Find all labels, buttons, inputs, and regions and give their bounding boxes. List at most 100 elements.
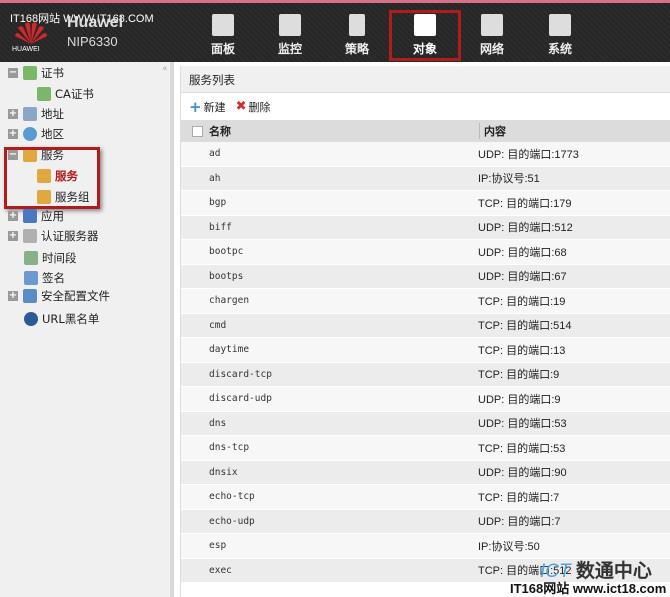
table-row[interactable]: bgp TCP: 目的端口:179 (181, 191, 670, 216)
nav-policy[interactable]: 策略 (332, 14, 382, 57)
column-header-name[interactable]: 名称 (209, 123, 479, 139)
service-name: chargen (209, 295, 250, 307)
brand-name: Huawei (67, 14, 124, 31)
dashboard-icon (212, 14, 234, 36)
sidebar-tree: « − 证书 CA证书 + 地址 + 地区 − 服务 服务 服务组 + 应用 + 认证服务器… (0, 62, 174, 597)
delete-x-icon: ✖ (235, 99, 247, 114)
service-content: TCP: 目的端口:7 (478, 491, 560, 504)
service-name: dns-tcp (209, 442, 250, 454)
service-name: echo-tcp (209, 491, 255, 503)
service-name: bootps (209, 270, 244, 282)
table-row[interactable]: echo-udp UDP: 目的端口:7 (181, 509, 670, 534)
service-name: bootpc (209, 246, 244, 258)
table-row[interactable]: ad UDP: 目的端口:1773 (181, 142, 670, 167)
plus-icon: + (189, 97, 202, 116)
service-name: esp (209, 540, 227, 552)
huawei-logo (15, 22, 47, 44)
table-row[interactable]: chargen TCP: 目的端口:19 (181, 289, 670, 314)
service-name: dnsix (209, 466, 238, 478)
service-content: TCP: 目的端口:514 (478, 320, 572, 333)
tree-item-auth-server[interactable]: + 认证服务器 (8, 227, 99, 245)
shield-icon (23, 289, 37, 303)
table-row[interactable]: ah IP:协议号:51 (181, 166, 670, 191)
policy-icon (349, 14, 365, 36)
tree-item-ca-certificate[interactable]: CA证书 (37, 85, 94, 103)
service-name: echo-udp (209, 515, 255, 527)
service-name: cmd (209, 319, 227, 331)
table-row[interactable]: daytime TCP: 目的端口:13 (181, 338, 670, 363)
top-bar: IT168网站 WWW.IT168.COM HUAWEI Huawei NIP6… (0, 0, 670, 62)
table-row[interactable]: discard-udp UDP: 目的端口:9 (181, 387, 670, 412)
service-name: ad (209, 148, 221, 160)
tree-item-address[interactable]: + 地址 (8, 105, 64, 123)
table-row[interactable]: cmd TCP: 目的端口:514 (181, 313, 670, 338)
service-content: UDP: 目的端口:7 (478, 516, 561, 529)
nav-dashboard[interactable]: 面板 (198, 14, 248, 57)
service-content: IP:协议号:50 (478, 540, 540, 553)
shield-check-icon (24, 271, 38, 285)
expand-node-icon[interactable]: + (8, 129, 18, 139)
service-name: exec (209, 564, 232, 576)
highlight-box (4, 147, 100, 209)
certificate-icon (23, 66, 37, 80)
service-content: UDP: 目的端口:68 (478, 246, 567, 259)
nav-monitor[interactable]: 监控 (265, 14, 315, 57)
service-name: biff (209, 221, 232, 233)
table-row[interactable]: biff UDP: 目的端口:512 (181, 215, 670, 240)
nav-network[interactable]: 网络 (467, 14, 517, 57)
nav-system[interactable]: 系统 (535, 14, 585, 57)
new-button[interactable]: + 新建 (189, 98, 226, 116)
table-row[interactable]: dns-tcp TCP: 目的端口:53 (181, 436, 670, 461)
expand-node-icon[interactable]: + (8, 211, 18, 221)
tree-item-application[interactable]: + 应用 (8, 207, 64, 225)
collapse-icon[interactable]: « (162, 64, 168, 74)
table-row[interactable]: dns UDP: 目的端口:53 (181, 411, 670, 436)
collapse-node-icon[interactable]: − (8, 68, 18, 78)
delete-button[interactable]: ✖ 删除 (236, 99, 271, 115)
expand-node-icon[interactable]: + (8, 231, 18, 241)
service-content: TCP: 目的端口:19 (478, 295, 566, 308)
expand-node-icon[interactable]: + (8, 291, 18, 301)
service-content: TCP: 目的端口:13 (478, 344, 566, 357)
select-all-checkbox[interactable] (192, 125, 203, 137)
tree-item-signature[interactable]: 签名 (24, 269, 65, 287)
service-name: bgp (209, 197, 227, 209)
service-content: UDP: 目的端口:512 (478, 222, 573, 235)
service-content: UDP: 目的端口:53 (478, 418, 567, 431)
site-watermark: IT168网站 www.ict18.com (510, 581, 667, 596)
flag-globe-icon (24, 312, 38, 326)
computer-icon (23, 107, 37, 121)
table-body: ad UDP: 目的端口:1773 ah IP:协议号:51 bgp TCP: 目的端口:… (181, 142, 670, 583)
tree-item-time-range[interactable]: 时间段 (24, 249, 77, 267)
table-row[interactable]: bootpc UDP: 目的端口:68 (181, 240, 670, 265)
calendar-clock-icon (24, 251, 38, 265)
highlight-box (389, 10, 461, 61)
service-content: UDP: 目的端口:90 (478, 467, 567, 480)
table-header: 名称 内容 (181, 120, 670, 142)
tree-item-region[interactable]: + 地区 (8, 125, 64, 143)
table-row[interactable]: discard-tcp TCP: 目的端口:9 (181, 362, 670, 387)
monitor-icon (279, 14, 301, 36)
service-content: TCP: 目的端口:179 (478, 197, 572, 210)
table-row[interactable]: dnsix UDP: 目的端口:90 (181, 460, 670, 485)
system-icon (549, 14, 571, 36)
column-header-content[interactable]: 内容 (479, 123, 506, 139)
server-lock-icon (23, 229, 37, 243)
service-content: UDP: 目的端口:1773 (478, 148, 579, 161)
service-content: IP:协议号:51 (478, 173, 540, 186)
logo-text: HUAWEI (12, 46, 40, 53)
table-row[interactable]: bootps UDP: 目的端口:67 (181, 264, 670, 289)
tree-item-url-blacklist[interactable]: URL黑名单 (24, 310, 99, 328)
globe-icon (23, 127, 37, 141)
table-row[interactable]: echo-tcp TCP: 目的端口:7 (181, 485, 670, 510)
table-row[interactable]: esp IP:协议号:50 (181, 534, 670, 559)
tree-item-security-profile[interactable]: + 安全配置文件 (8, 287, 110, 305)
tree-item-certificate[interactable]: − 证书 (8, 64, 64, 82)
application-icon (23, 209, 37, 223)
service-name: discard-udp (209, 393, 272, 405)
toolbar: + 新建 ✖ 删除 (181, 93, 670, 120)
service-name: discard-tcp (209, 368, 272, 380)
expand-node-icon[interactable]: + (8, 109, 18, 119)
service-name: dns (209, 417, 227, 429)
network-icon (481, 14, 503, 36)
